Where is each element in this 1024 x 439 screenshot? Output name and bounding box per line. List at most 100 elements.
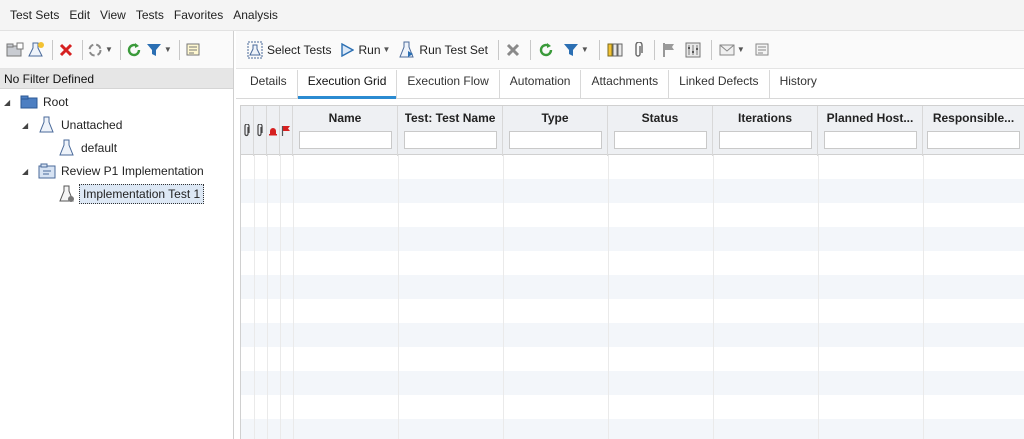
filter-input-status[interactable] xyxy=(613,131,707,149)
filter-input-iterations[interactable] xyxy=(718,131,812,149)
menu-edit[interactable]: Edit xyxy=(64,0,95,31)
filter-input-test-name[interactable] xyxy=(403,131,497,149)
tab-history[interactable]: History xyxy=(770,70,827,98)
column-divider xyxy=(267,155,268,439)
column-divider xyxy=(923,155,924,439)
empty-row xyxy=(241,371,1024,395)
send-email-button[interactable]: ▼ xyxy=(716,38,748,62)
execution-grid: Name Test: Test Name Type Status Iterati… xyxy=(240,105,1024,439)
refresh-icon xyxy=(539,42,553,56)
run-button[interactable]: Run ▼ xyxy=(337,38,393,62)
detail-tabs: Details Execution Grid Execution Flow Au… xyxy=(236,69,1024,99)
filter-input-planned-host[interactable] xyxy=(823,131,917,149)
column-header-planned-host[interactable]: Planned Host... xyxy=(818,106,923,156)
header-linked-col[interactable] xyxy=(254,106,267,156)
tab-attachments[interactable]: Attachments xyxy=(581,70,670,98)
header-flag-col[interactable] xyxy=(280,106,293,156)
select-tests-button[interactable]: Select Tests xyxy=(244,38,334,62)
empty-row xyxy=(241,227,1024,251)
new-folder-button[interactable] xyxy=(6,39,24,61)
menu-bar: Test Sets Edit View Tests Favorites Anal… xyxy=(0,0,1024,31)
filter-icon xyxy=(563,43,578,56)
menu-favorites[interactable]: Favorites xyxy=(169,0,228,31)
column-header-type[interactable]: Type xyxy=(503,106,608,156)
header-alert-col[interactable] xyxy=(267,106,280,156)
column-title-iterations: Iterations xyxy=(737,111,792,125)
test-set-icon xyxy=(58,139,76,157)
chevron-down-icon: ▼ xyxy=(580,45,589,54)
tab-execution-grid[interactable]: Execution Grid xyxy=(297,70,398,99)
tab-details[interactable]: Details xyxy=(240,70,298,98)
empty-row xyxy=(241,155,1024,179)
grid-comments-button[interactable] xyxy=(751,38,773,62)
run-test-set-button[interactable]: Run Test Set xyxy=(396,38,490,62)
remove-button[interactable] xyxy=(503,38,523,62)
folder-icon xyxy=(20,93,38,111)
tree-node-root[interactable]: ◢ Root xyxy=(4,91,68,113)
menu-tests[interactable]: Tests xyxy=(131,0,169,31)
tab-execution-flow[interactable]: Execution Flow xyxy=(397,70,500,98)
delete-icon xyxy=(59,43,73,56)
separator xyxy=(82,39,83,60)
run-test-set-icon xyxy=(399,41,415,57)
select-tests-label: Select Tests xyxy=(267,42,332,57)
filter-input-responsible[interactable] xyxy=(927,131,1020,149)
tree-node-implementation-test[interactable]: Implementation Test 1 xyxy=(58,183,205,205)
tab-automation[interactable]: Automation xyxy=(500,70,582,98)
column-divider xyxy=(254,155,255,439)
refresh-button[interactable] xyxy=(125,39,143,61)
column-divider xyxy=(280,155,281,439)
refresh-grid-button[interactable] xyxy=(535,38,557,62)
menu-analysis[interactable]: Analysis xyxy=(228,0,283,31)
column-header-test-name[interactable]: Test: Test Name xyxy=(398,106,503,156)
sync-icon xyxy=(88,43,102,56)
menu-view[interactable]: View xyxy=(95,0,131,31)
test-set-icon xyxy=(38,116,56,134)
play-icon xyxy=(341,42,355,57)
tree-node-default[interactable]: default xyxy=(58,137,117,159)
column-header-status[interactable]: Status xyxy=(608,106,713,156)
new-test-set-icon xyxy=(28,41,44,56)
flag-icon xyxy=(663,42,674,57)
tree-label-implementation-test: Implementation Test 1 xyxy=(79,184,205,204)
tab-linked-defects[interactable]: Linked Defects xyxy=(669,70,770,98)
column-header-responsible[interactable]: Responsible... xyxy=(923,106,1024,156)
column-header-iterations[interactable]: Iterations xyxy=(713,106,818,156)
new-test-set-button[interactable] xyxy=(27,39,45,61)
test-properties-button[interactable] xyxy=(682,38,704,62)
filter-input-type[interactable] xyxy=(508,131,602,149)
menu-test-sets[interactable]: Test Sets xyxy=(5,0,64,31)
column-title-planned-host: Planned Host... xyxy=(826,111,914,125)
empty-row xyxy=(241,203,1024,227)
tree-label-root: Root xyxy=(43,95,69,109)
filter-button[interactable]: ▼ xyxy=(146,39,172,61)
properties-icon xyxy=(685,42,701,57)
sync-button[interactable]: ▼ xyxy=(87,39,113,61)
chevron-down-icon: ▼ xyxy=(736,45,745,54)
select-columns-button[interactable] xyxy=(604,38,626,62)
comments-button[interactable] xyxy=(184,39,202,61)
separator xyxy=(598,39,600,60)
chevron-down-icon[interactable]: ◢ xyxy=(4,98,14,107)
tree-node-review[interactable]: ◢ Review P1 Implementation xyxy=(22,160,204,182)
column-header-name[interactable]: Name xyxy=(293,106,398,156)
attachments-button[interactable] xyxy=(629,38,647,62)
column-title-responsible: Responsible... xyxy=(932,111,1015,125)
run-label: Run xyxy=(358,42,381,57)
test-set-tree-pane: ▼ ▼ No Filter Defined ◢ Root ◢ Unattache… xyxy=(0,31,234,439)
flag-button[interactable] xyxy=(659,38,679,62)
test-icon xyxy=(58,185,76,203)
chevron-down-icon[interactable]: ◢ xyxy=(22,121,32,130)
chevron-down-icon[interactable]: ◢ xyxy=(22,167,32,176)
columns-icon xyxy=(607,43,623,56)
delete-button[interactable] xyxy=(57,39,75,61)
grid-filter-button[interactable]: ▼ xyxy=(560,38,592,62)
filter-input-name[interactable] xyxy=(298,131,392,149)
tree-node-unattached[interactable]: ◢ Unattached xyxy=(22,114,122,136)
paperclip-icon xyxy=(244,124,250,137)
separator xyxy=(178,39,180,60)
header-attachment-col[interactable] xyxy=(241,106,254,156)
chevron-down-icon: ▼ xyxy=(163,45,172,54)
empty-row xyxy=(241,395,1024,419)
column-title-test-name: Test: Test Name xyxy=(404,111,496,125)
